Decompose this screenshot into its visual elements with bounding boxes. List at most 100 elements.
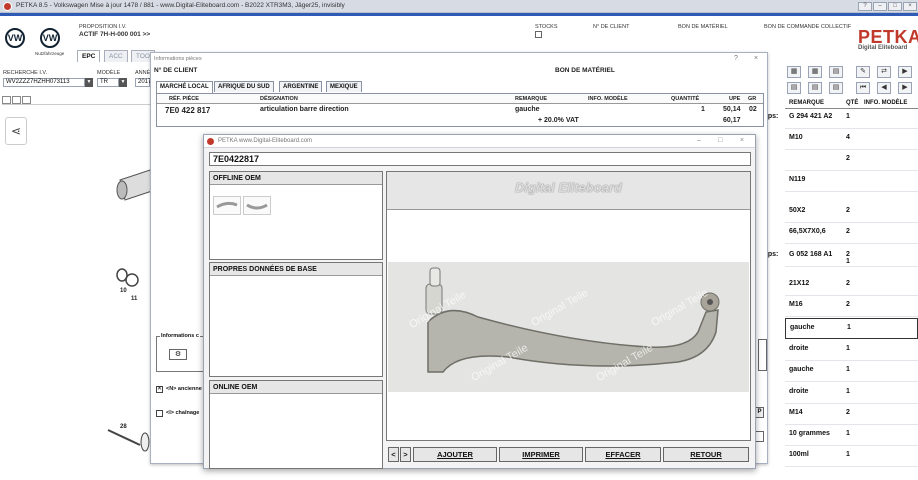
diagram-toolbar	[2, 96, 150, 105]
share-icon[interactable]: ⋖	[5, 117, 27, 145]
tab-mexique[interactable]: MEXIQUE	[326, 81, 362, 92]
thumbnail-1[interactable]	[213, 196, 241, 215]
toolbar-button-1[interactable]: ▦	[787, 66, 801, 78]
seal-ring-part	[116, 268, 139, 287]
row-qte: 2	[846, 301, 850, 308]
zoom-out-icon[interactable]	[12, 96, 21, 104]
parts-table-row[interactable]: 10 grammes 1	[785, 425, 918, 446]
modele-select[interactable]: TR	[97, 78, 119, 87]
callout-28[interactable]: 28	[120, 424, 127, 430]
annee-select[interactable]: 2017	[135, 78, 151, 87]
prev-page-icon[interactable]: ◀	[877, 82, 891, 94]
bolt-part	[107, 429, 150, 452]
p-button[interactable]: P	[755, 407, 764, 418]
parts-table-row[interactable]: N119	[785, 171, 918, 192]
vin-search-input[interactable]: WV2ZZZ7HZHH073113	[3, 78, 85, 87]
parts-table-row[interactable]: M16 2	[785, 296, 918, 317]
stocks-checkbox[interactable]	[535, 31, 542, 38]
part-code-display: 7E0422817	[209, 152, 751, 166]
parts-table-row[interactable]: 21X12 2	[785, 275, 918, 296]
row-remarque: 21X12	[789, 280, 810, 287]
de-maximize-icon[interactable]: □	[718, 137, 722, 144]
zoom-in-icon[interactable]	[2, 96, 11, 104]
pin-icon[interactable]: ✎	[856, 66, 870, 78]
chainage-checkbox[interactable]	[156, 410, 163, 417]
info-help-icon[interactable]: ?	[734, 55, 738, 62]
next-page-icon[interactable]: ▶	[898, 82, 912, 94]
parts-table-row[interactable]: 2	[785, 150, 918, 171]
parts-table-row[interactable]: M14 2	[785, 404, 918, 425]
side-button-2[interactable]	[755, 431, 764, 442]
toolbar-button-5[interactable]: ⇄	[877, 66, 891, 78]
vehicle-icon[interactable]: ⚙	[169, 349, 187, 360]
effacer-button[interactable]: EFFACER	[585, 447, 661, 462]
tab-argentine[interactable]: ARGENTINE	[279, 81, 323, 92]
toolbar-button-6[interactable]: ▶	[898, 66, 912, 78]
info-close-icon[interactable]: ×	[754, 55, 758, 62]
parts-table-row[interactable]: gauche 1	[785, 361, 918, 382]
row-qte: 2	[846, 155, 850, 162]
parts-table-row[interactable]: droite 1	[785, 383, 918, 404]
stocks-label: STOCKS	[535, 24, 558, 30]
row-qte: 1	[846, 451, 850, 458]
retour-button[interactable]: RETOUR	[663, 447, 749, 462]
row-remarque: gauche	[789, 366, 814, 373]
row-remarque: 66,5X7X0,6	[789, 228, 826, 235]
vin-dropdown-icon[interactable]: ▼	[85, 78, 93, 87]
zoom-fit-icon[interactable]	[22, 96, 31, 104]
parts-table-row[interactable]: gauche 1	[785, 318, 918, 339]
close-button[interactable]: ×	[903, 2, 917, 11]
base-data-header: PROPRES DONNÉES DE BASE	[210, 263, 382, 276]
de-window-title: PETKA www.Digital-Eliteboard.com	[218, 138, 313, 144]
maximize-button[interactable]: □	[888, 2, 902, 11]
row-qte: 1	[846, 345, 850, 352]
callout-10[interactable]: 10	[120, 288, 127, 294]
toolbar-button-8[interactable]: ▤	[808, 82, 822, 94]
ancienne-checkbox[interactable]: ✕	[156, 386, 163, 393]
toolbar-button-7[interactable]: ▤	[787, 82, 801, 94]
de-close-icon[interactable]: ×	[740, 137, 744, 144]
toolbar-button-3[interactable]: ▤	[829, 66, 843, 78]
part-ref: 7E0 422 817	[165, 106, 211, 115]
row-qte: 1	[846, 388, 850, 395]
tab-epc[interactable]: EPC	[77, 50, 101, 62]
toolbar-button-2[interactable]: ▦	[808, 66, 822, 78]
minimize-button[interactable]: –	[873, 2, 887, 11]
callout-11[interactable]: 11	[131, 296, 137, 302]
part-remarque: gauche	[515, 106, 540, 113]
modele-dropdown-icon[interactable]: ▼	[119, 78, 127, 87]
chainage-label: <I> chaînage	[166, 410, 200, 416]
de-minimize-icon[interactable]: –	[697, 137, 701, 144]
toolbar-button-9[interactable]: ▤	[829, 82, 843, 94]
de-app-icon	[207, 138, 214, 145]
parts-table-row[interactable]: 66,5X7X0,6 2	[785, 223, 918, 244]
ajouter-button[interactable]: AJOUTER	[413, 447, 497, 462]
tab-afrique-du-sud[interactable]: AFRIQUE DU SUD	[214, 81, 274, 92]
row-remarque: G 294 421 A2	[789, 113, 833, 120]
effacer-label: EFFACER	[605, 450, 641, 459]
parts-table-row[interactable]: droite 1	[785, 340, 918, 361]
proposition-value[interactable]: ACTIF 7H-H-000 001 >>	[79, 31, 150, 38]
thumbnail-2[interactable]	[243, 196, 271, 215]
col-info-modele: INFO. MODÈLE	[864, 100, 908, 106]
parts-table-row[interactable]: aps: G 294 421 A2 1	[764, 108, 918, 129]
parts-table-row[interactable]: 50X2 2	[785, 202, 918, 223]
info-group-label: Informations c	[160, 333, 200, 339]
tab-marche-local[interactable]: MARCHÉ LOCAL	[156, 81, 213, 93]
row-qte: 1	[846, 366, 850, 373]
next-image-button[interactable]: >	[400, 447, 411, 462]
row-remarque: 50X2	[789, 207, 806, 214]
ancienne-label: <N> ancienne	[166, 386, 202, 392]
parts-table-row[interactable]: M10 4	[785, 129, 918, 150]
imprimer-button[interactable]: IMPRIMER	[499, 447, 583, 462]
first-page-icon[interactable]: ⏮	[856, 82, 870, 94]
parts-table-row[interactable]: aps: G 052 168 A1 2 1	[764, 246, 918, 267]
part-photo[interactable]: Original Teile Original Teile Original T…	[388, 262, 749, 392]
info-table-row[interactable]: 7E0 422 817 articulation barre direction…	[157, 105, 763, 127]
prev-image-button[interactable]: <	[388, 447, 399, 462]
brand-banner: Digital Eliteboard	[515, 180, 622, 195]
help-button[interactable]: ?	[858, 2, 872, 11]
col-qte: QTÉ	[846, 100, 859, 106]
tab-acc[interactable]: ACC	[104, 50, 128, 62]
parts-table-row[interactable]: 100ml 1	[785, 446, 918, 467]
